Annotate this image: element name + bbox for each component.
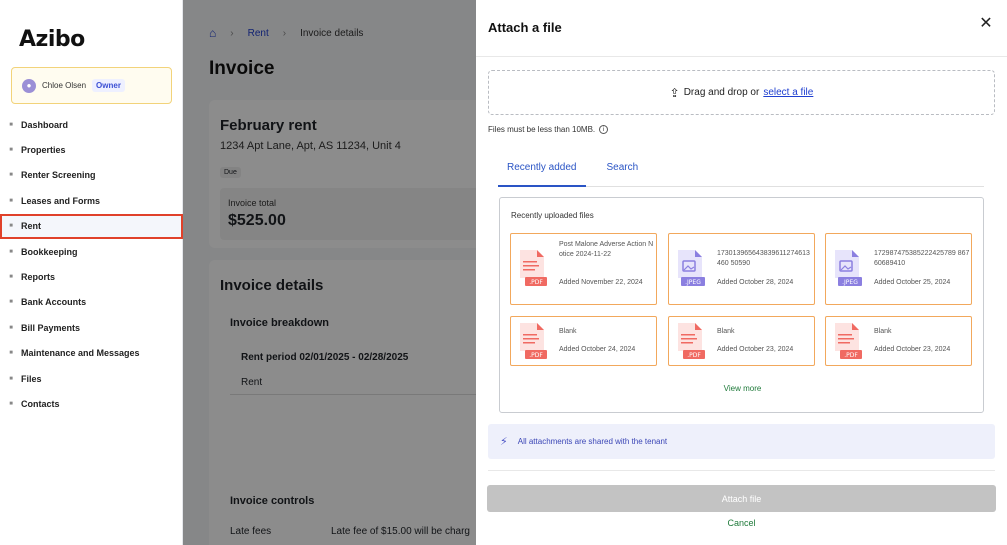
sidebar-item-dashboard[interactable]: ■ Dashboard	[0, 112, 183, 137]
file-size-note: Files must be less than 10MB. i	[488, 125, 609, 134]
role-badge: Owner	[92, 79, 125, 92]
svg-text:.JPEG: .JPEG	[685, 279, 701, 286]
dropzone-text: Drag and drop or	[683, 87, 760, 98]
sidebar-item-label: Leases and Forms	[21, 195, 101, 206]
logo: Azibo	[19, 27, 85, 52]
divider	[476, 56, 1007, 57]
sidebar-item-label: Maintenance and Messages	[21, 348, 140, 359]
sidebar-item-maintenance[interactable]: ■ Maintenance and Messages	[0, 341, 183, 366]
building-icon: ■	[9, 147, 13, 154]
attachment-notice: ⚡ All attachments are shared with the te…	[488, 424, 995, 459]
sidebar-item-label: Reports	[21, 272, 56, 283]
sidebar-item-reports[interactable]: ■ Reports	[0, 264, 183, 289]
file-card[interactable]: .PDF Blank Added October 23, 2024	[825, 316, 972, 366]
file-name: 173013965643839611274613460 50590	[717, 250, 810, 267]
file-card[interactable]: .PDF Blank Added October 23, 2024	[668, 316, 815, 366]
file-date: Added October 25, 2024	[874, 279, 951, 286]
user-avatar-icon: ●	[22, 78, 36, 93]
view-more-link[interactable]: View more	[500, 384, 985, 393]
home-icon: ■	[9, 121, 13, 128]
chart-icon: ■	[9, 223, 13, 230]
report-icon: ■	[9, 274, 13, 281]
tab-recently-added[interactable]: Recently added	[498, 156, 586, 187]
sidebar-item-leases[interactable]: ■ Leases and Forms	[0, 188, 183, 213]
wrench-icon: ■	[9, 350, 13, 357]
file-date: Added October 23, 2024	[717, 346, 794, 353]
sidebar-item-label: Dashboard	[21, 119, 69, 130]
close-icon[interactable]: ✕	[977, 15, 995, 33]
svg-text:.JPEG: .JPEG	[842, 279, 858, 286]
file-date: Added October 24, 2024	[559, 346, 636, 353]
file-tabs: Recently added Search	[498, 156, 984, 187]
file-date: Added October 28, 2024	[717, 279, 794, 286]
file-name: Blank	[874, 328, 892, 335]
file-name: Blank	[717, 328, 735, 335]
svg-text:.PDF: .PDF	[529, 279, 543, 286]
folder-icon: ■	[9, 375, 13, 382]
sidebar-item-label: Renter Screening	[21, 170, 96, 181]
user-name: Chloe Olsen	[42, 81, 87, 90]
drawer-title: Attach a file	[488, 20, 562, 35]
sidebar-item-rent[interactable]: ■ Rent	[0, 213, 183, 239]
sidebar-item-properties[interactable]: ■ Properties	[0, 137, 183, 162]
file-name: 172987475385222425789 86760689410	[874, 250, 970, 267]
file-card[interactable]: .JPEG 172987475385222425789 86760689410 …	[825, 233, 972, 305]
svg-text:.PDF: .PDF	[844, 352, 858, 359]
sidebar-item-files[interactable]: ■ Files	[0, 366, 183, 391]
modal-backdrop[interactable]	[183, 0, 476, 545]
file-card[interactable]: .JPEG 173013965643839611274613460 50590 …	[668, 233, 815, 305]
sidebar-nav: ■ Dashboard ■ Properties ■ Renter Screening…	[0, 112, 183, 417]
file-date: Added November 22, 2024	[559, 279, 643, 286]
file-name: Blank	[559, 328, 577, 335]
info-icon[interactable]: i	[599, 125, 609, 134]
pdf-file-icon: .PDF	[520, 323, 547, 359]
user-card[interactable]: ● Chloe Olsen Owner	[11, 67, 172, 104]
document-icon: ■	[9, 197, 13, 204]
panel-title: Recently uploaded files	[511, 211, 594, 220]
file-card[interactable]: .PDF Post Malone Adverse Action Notice 2…	[510, 233, 657, 305]
divider	[488, 470, 995, 471]
sidebar-item-label: Bank Accounts	[21, 297, 87, 308]
user-search-icon: ■	[9, 172, 13, 179]
sidebar-item-renter-screening[interactable]: ■ Renter Screening	[0, 163, 183, 188]
sidebar-item-label: Bill Payments	[21, 322, 81, 333]
file-dropzone[interactable]: ⇪ Drag and drop or select a file	[488, 70, 995, 115]
svg-text:.PDF: .PDF	[687, 352, 701, 359]
file-card[interactable]: .PDF Blank Added October 24, 2024	[510, 316, 657, 366]
file-name: Post Malone Adverse Action Notice 2024-1…	[559, 241, 654, 258]
jpeg-file-icon: .JPEG	[835, 250, 862, 286]
select-file-link[interactable]: select a file	[763, 87, 813, 98]
notice-text: All attachments are shared with the tena…	[517, 437, 668, 446]
attach-file-button[interactable]: Attach file	[487, 485, 996, 512]
sidebar-item-contacts[interactable]: ■ Contacts	[0, 391, 183, 416]
ledger-icon: ■	[9, 248, 13, 255]
upload-icon: ⇪	[669, 85, 680, 100]
size-note-text: Files must be less than 10MB.	[488, 125, 596, 134]
sidebar-item-label: Rent	[21, 221, 41, 232]
contacts-icon: ■	[9, 400, 13, 407]
tab-search[interactable]: Search	[598, 156, 648, 187]
pdf-file-icon: .PDF	[835, 323, 862, 359]
bolt-icon: ⚡	[500, 436, 508, 448]
sidebar-item-bookkeeping[interactable]: ■ Bookkeeping	[0, 239, 183, 264]
recent-files-panel: Recently uploaded files .PDF Post Malone…	[499, 197, 984, 413]
svg-text:.PDF: .PDF	[529, 352, 543, 359]
file-date: Added October 23, 2024	[874, 346, 951, 353]
jpeg-file-icon: .JPEG	[678, 250, 705, 286]
pdf-file-icon: .PDF	[678, 323, 705, 359]
pdf-file-icon: .PDF	[520, 250, 547, 286]
sidebar-item-label: Bookkeeping	[21, 246, 78, 257]
sidebar-item-label: Contacts	[21, 398, 60, 409]
attach-file-drawer: Attach a file ✕ ⇪ Drag and drop or selec…	[476, 0, 1007, 545]
bill-icon: ■	[9, 324, 13, 331]
sidebar-item-bank-accounts[interactable]: ■ Bank Accounts	[0, 290, 183, 315]
sidebar-item-bill-payments[interactable]: ■ Bill Payments	[0, 315, 183, 340]
cancel-button[interactable]: Cancel	[476, 518, 1007, 528]
sidebar-item-label: Properties	[21, 145, 66, 156]
sidebar-item-label: Files	[21, 373, 42, 384]
sidebar: Azibo ● Chloe Olsen Owner ■ Dashboard ■ Pr…	[0, 0, 183, 545]
bank-icon: ■	[9, 299, 13, 306]
